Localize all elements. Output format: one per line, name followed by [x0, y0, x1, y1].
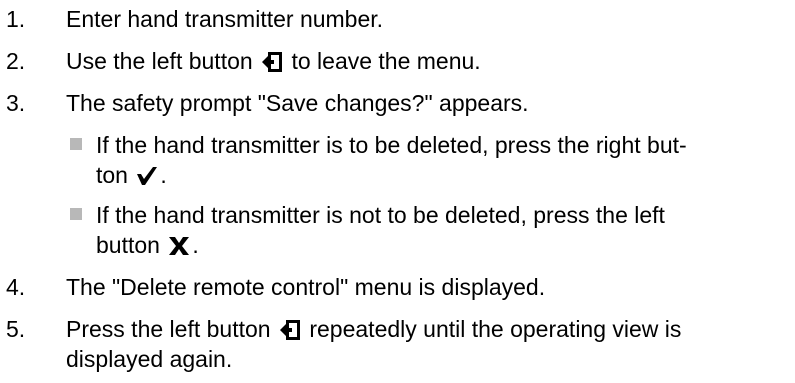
- step-text-after: repeatedly until the operating view is: [302, 316, 682, 342]
- step-text-before: Use the left button: [66, 48, 253, 74]
- step-number: 5.: [6, 316, 26, 342]
- step-number: 4.: [6, 274, 26, 300]
- substep-text-line2-before: ton: [96, 162, 128, 188]
- step-text-after: to leave the menu.: [285, 48, 481, 74]
- step-number: 3.: [6, 90, 26, 116]
- substep-text-line1: If the hand transmitter is not to be del…: [96, 202, 665, 228]
- step-text: Enter hand transmitter number.: [66, 6, 384, 32]
- step-number: 2.: [6, 48, 26, 74]
- substep-text-line2-after: .: [192, 232, 199, 258]
- substep-text-line2-after: .: [160, 162, 167, 188]
- step-text-before: Press the left button: [66, 316, 271, 342]
- bullet-square: [70, 138, 82, 150]
- step-text-line2: displayed again.: [66, 346, 233, 372]
- step-text: The "Delete remote control" menu is disp…: [66, 274, 546, 300]
- substep-text-line1: If the hand transmitter is to be deleted…: [96, 132, 687, 158]
- step-text: The safety prompt "Save changes?" appear…: [66, 90, 529, 116]
- bullet-square: [70, 208, 82, 220]
- back-arrow-icon: [279, 320, 300, 340]
- cross-icon: [169, 237, 190, 255]
- substep-text-line2-before: button: [96, 232, 160, 258]
- checkmark-icon: [137, 167, 158, 185]
- back-arrow-icon: [262, 52, 283, 72]
- step-number: 1.: [6, 6, 26, 32]
